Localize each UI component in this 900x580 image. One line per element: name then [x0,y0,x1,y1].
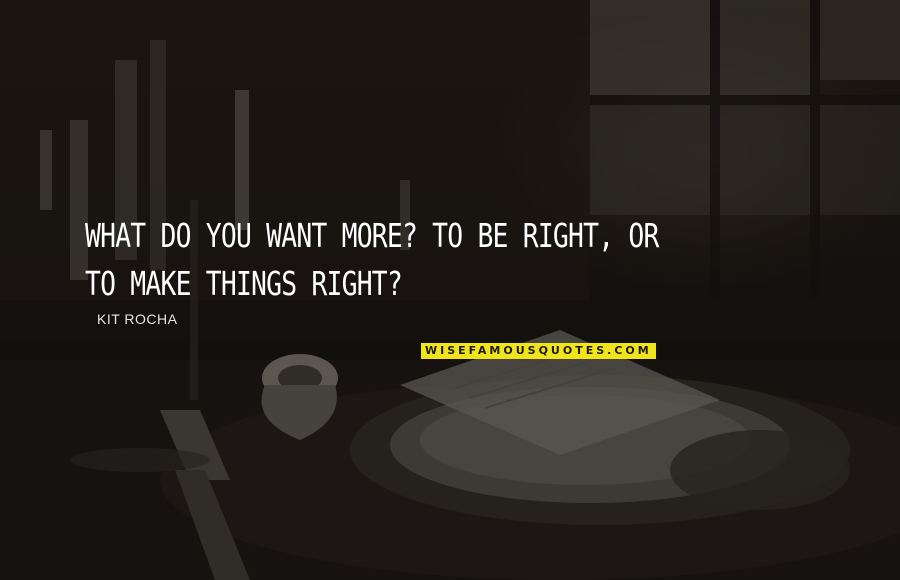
quote-text: WHAT DO YOU WANT MORE? TO BE RIGHT, OR T… [85,216,659,303]
quote-author: KIT ROCHA [97,311,178,327]
quote-image: WHAT DO YOU WANT MORE? TO BE RIGHT, OR T… [0,0,900,580]
watermark-badge: WISEFAMOUSQUOTES.COM [421,343,656,359]
